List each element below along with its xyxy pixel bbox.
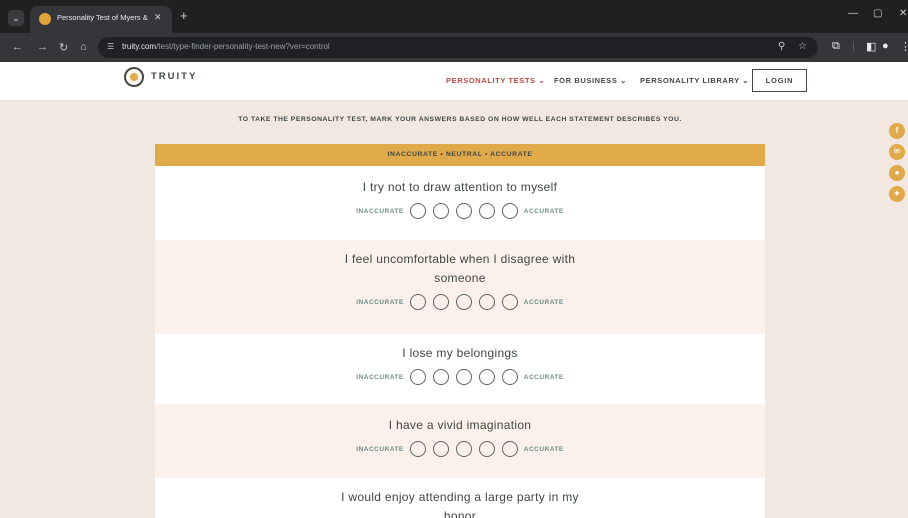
question-item: I would enjoy attending a large party in… — [155, 478, 765, 518]
scale-label-inaccurate: INACCURATE — [356, 373, 404, 381]
nav-personality-library[interactable]: PERSONALITY LIBRARY ⌄ — [640, 76, 749, 85]
linkedin-icon[interactable]: in — [889, 144, 905, 160]
answer-radio[interactable] — [432, 294, 449, 310]
answer-radio[interactable] — [501, 294, 518, 310]
close-tab-icon[interactable]: ✕ — [154, 12, 162, 23]
answer-radio[interactable] — [501, 203, 518, 219]
site-info-icon[interactable]: ☰ — [107, 42, 114, 51]
question-text: I would enjoy attending a large party in… — [341, 490, 579, 518]
scale-label-inaccurate: INACCURATE — [356, 298, 404, 306]
answer-radio[interactable] — [455, 294, 472, 310]
answer-radio[interactable] — [455, 369, 472, 385]
question-item: I feel uncomfortable when I disagree wit… — [155, 240, 765, 334]
answer-radio[interactable] — [409, 294, 426, 310]
truity-logo-icon[interactable] — [124, 67, 144, 87]
answer-radio[interactable] — [409, 203, 426, 219]
browser-tab[interactable]: Personality Test of Myers & Bri ✕ — [30, 6, 172, 33]
answer-radio[interactable] — [501, 369, 518, 385]
browser-toolbar: ← → ↻ ⌂ ☰ truity.com/test/type-finder-pe… — [0, 33, 908, 62]
answer-scale: INACCURATE ACCURATE — [155, 203, 765, 219]
login-button[interactable]: LOGIN — [752, 69, 807, 92]
bookmark-star-icon[interactable]: ☆ — [798, 41, 807, 52]
forward-icon[interactable]: → — [37, 41, 48, 53]
reddit-icon[interactable]: ● — [889, 165, 905, 181]
extensions-icon[interactable]: ⧉ — [832, 40, 840, 53]
question-item: I try not to draw attention to myself IN… — [155, 166, 765, 240]
answer-radio[interactable] — [432, 203, 449, 219]
back-icon[interactable]: ← — [12, 41, 23, 53]
facebook-icon[interactable]: f — [889, 123, 905, 139]
test-instruction: TO TAKE THE PERSONALITY TEST, MARK YOUR … — [238, 116, 682, 123]
answer-radio[interactable] — [478, 441, 495, 457]
answer-scale: INACCURATE ACCURATE — [155, 441, 765, 457]
zoom-icon[interactable]: ⚲ — [778, 41, 785, 52]
scale-label-accurate: ACCURATE — [523, 207, 564, 215]
profile-icon[interactable]: ● — [882, 40, 889, 52]
question-item: I lose my belongings INACCURATE ACCURATE — [155, 334, 765, 404]
question-text: I feel uncomfortable when I disagree wit… — [344, 252, 576, 285]
restore-icon[interactable]: ▢ — [873, 8, 882, 19]
answer-scale: INACCURATE ACCURATE — [155, 294, 765, 310]
scale-label-inaccurate: INACCURATE — [356, 445, 404, 453]
answer-scale: INACCURATE ACCURATE — [155, 369, 765, 385]
reload-icon[interactable]: ↻ — [59, 41, 68, 54]
answer-radio[interactable] — [409, 369, 426, 385]
question-item: I have a vivid imagination INACCURATE AC… — [155, 404, 765, 478]
answer-radio[interactable] — [501, 441, 518, 457]
home-icon[interactable]: ⌂ — [80, 41, 87, 53]
question-text: I have a vivid imagination — [388, 418, 532, 432]
logo-text[interactable]: TRUITY — [151, 71, 197, 82]
answer-radio[interactable] — [409, 441, 426, 457]
answer-radio[interactable] — [478, 203, 495, 219]
scale-label-accurate: ACCURATE — [523, 373, 564, 381]
scale-header: INACCURATE • NEUTRAL • ACCURATE — [155, 144, 765, 166]
new-tab-icon[interactable]: + — [180, 8, 188, 23]
scale-label-accurate: ACCURATE — [523, 445, 564, 453]
scale-label-inaccurate: INACCURATE — [356, 207, 404, 215]
answer-radio[interactable] — [432, 441, 449, 457]
sidepanel-icon[interactable]: ◧ — [866, 40, 876, 53]
answer-radio[interactable] — [455, 203, 472, 219]
address-bar[interactable]: ☰ truity.com/test/type-finder-personalit… — [98, 37, 818, 58]
answer-radio[interactable] — [478, 294, 495, 310]
url-text: truity.com/test/type-finder-personality-… — [122, 42, 330, 51]
minimize-icon[interactable]: — — [848, 8, 858, 19]
question-text: I lose my belongings — [402, 346, 518, 360]
twitter-icon[interactable]: ✦ — [889, 186, 905, 202]
question-text: I try not to draw attention to myself — [362, 180, 558, 194]
tab-title: Personality Test of Myers & Bri — [57, 13, 149, 22]
answer-radio[interactable] — [455, 441, 472, 457]
scale-label-accurate: ACCURATE — [523, 298, 564, 306]
site-header: TRUITY PERSONALITY TESTS ⌄ FOR BUSINESS … — [0, 62, 908, 101]
favicon-icon — [39, 13, 51, 25]
browser-tab-bar: ⌄ Personality Test of Myers & Bri ✕ + — … — [0, 0, 908, 33]
menu-icon[interactable]: ⋮ — [900, 40, 908, 53]
close-window-icon[interactable]: ✕ — [899, 8, 907, 19]
answer-radio[interactable] — [478, 369, 495, 385]
nav-for-business[interactable]: FOR BUSINESS ⌄ — [554, 76, 627, 85]
answer-radio[interactable] — [432, 369, 449, 385]
nav-personality-tests[interactable]: PERSONALITY TESTS ⌄ — [446, 76, 545, 85]
toolbar-divider: | — [852, 40, 855, 52]
tab-search-button[interactable]: ⌄ — [8, 10, 24, 26]
